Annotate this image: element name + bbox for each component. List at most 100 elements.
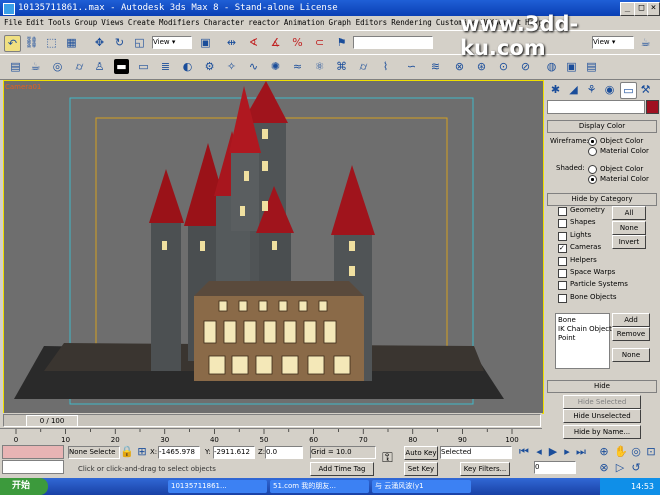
menu-item[interactable]: Group	[75, 18, 98, 27]
menu-item[interactable]: Modifiers	[159, 18, 200, 27]
add-button[interactable]: Add	[612, 313, 650, 327]
box-icon[interactable]: ▭	[136, 59, 151, 74]
wireframe-material-color-radio[interactable]	[588, 147, 597, 156]
list-item[interactable]: Point	[558, 334, 575, 342]
category-checkbox[interactable]	[558, 219, 567, 229]
y-coordinate-field[interactable]: -2911.612	[213, 446, 255, 459]
fracture-icon[interactable]: ⊘	[518, 59, 533, 74]
camera-icon[interactable]: ◐	[180, 59, 195, 74]
track-bar[interactable]: 0 10 20 30 40 50 60 70 80 90 100	[0, 428, 542, 444]
zoom-all-icon[interactable]: ⊗	[598, 460, 610, 475]
motor-icon[interactable]: ⊗	[452, 59, 467, 74]
reference-coord-dropdown[interactable]: View ▾	[152, 36, 192, 49]
spacewarp-icon[interactable]: ✧	[224, 59, 239, 74]
key-filters-button[interactable]: Key Filters...	[460, 462, 510, 476]
lights-icon[interactable]: ✺	[268, 59, 283, 74]
invert-button[interactable]: Invert	[612, 235, 646, 249]
category-checkbox[interactable]	[558, 256, 567, 266]
category-checkbox[interactable]	[558, 281, 567, 291]
absolute-mode-icon[interactable]: ⊞	[136, 444, 148, 459]
cloth-icon[interactable]: ⌘	[334, 59, 349, 74]
time-slider-thumb[interactable]: 0 / 100	[26, 415, 78, 426]
hide-unselected-button[interactable]: Hide Unselected	[563, 409, 641, 423]
menu-item[interactable]: reactor	[248, 18, 280, 27]
tube-icon[interactable]: ⌭	[356, 59, 371, 74]
named-selection-set-field[interactable]	[353, 36, 433, 49]
rotate-icon[interactable]: ↻	[112, 35, 127, 50]
named-selection-icon[interactable]: ⚑	[334, 35, 349, 50]
camera-viewport[interactable]	[3, 80, 544, 414]
teapot-icon[interactable]: ☕	[28, 59, 43, 74]
previous-frame-icon[interactable]: ◂	[533, 444, 545, 459]
display-icon[interactable]: ▬	[114, 59, 129, 74]
menu-item[interactable]: Tools	[48, 18, 71, 27]
object-name-field[interactable]	[547, 100, 645, 114]
none-button[interactable]: None	[612, 221, 646, 235]
taskbar-item[interactable]: 10135711861...	[168, 480, 267, 493]
pan-icon[interactable]: ✋	[614, 444, 628, 459]
cylinder-icon[interactable]: ⌭	[72, 59, 87, 74]
create-tab-icon[interactable]: ✱	[548, 82, 563, 97]
undo-icon[interactable]: ↶	[4, 35, 21, 52]
hierarchy-tab-icon[interactable]: ⚘	[584, 82, 599, 97]
current-frame-field[interactable]: 0	[534, 461, 576, 474]
wind-icon[interactable]: ⊛	[474, 59, 489, 74]
add-time-tag-button[interactable]: Add Time Tag	[310, 462, 374, 476]
time-slider-track[interactable]: 0 / 100	[3, 414, 541, 427]
menu-item[interactable]: Animation	[284, 18, 325, 27]
rope-icon[interactable]: ∽	[404, 59, 419, 74]
display-color-rollout[interactable]: Display Color	[547, 120, 657, 133]
maxscript-input[interactable]	[2, 460, 64, 474]
category-listbox[interactable]: Bone IK Chain Object Point	[555, 313, 612, 369]
angle-snap-icon[interactable]: ∡	[268, 35, 283, 50]
helper-icon[interactable]: ⚙	[202, 59, 217, 74]
select-link-icon[interactable]: ⛓	[24, 35, 39, 50]
wave-icon[interactable]: ≈	[290, 59, 305, 74]
lock-selection-icon[interactable]: 🔒	[120, 444, 134, 459]
utilities-tab-icon[interactable]: ⚒	[638, 82, 653, 97]
shaded-object-color-radio[interactable]	[588, 165, 597, 174]
hide-by-name-button[interactable]: Hide by Name...	[563, 425, 641, 439]
toy-car-icon[interactable]: ⊙	[496, 59, 511, 74]
start-button[interactable]: 开始	[0, 478, 48, 495]
sphere-icon[interactable]: ◎	[50, 59, 65, 74]
select-region-icon[interactable]: ⬚	[44, 35, 59, 50]
time-slider[interactable]: 0 / 100	[0, 413, 542, 427]
category-checkbox[interactable]	[558, 269, 567, 278]
category-checkbox[interactable]	[558, 293, 567, 303]
menu-item[interactable]: Rendering	[391, 18, 432, 27]
reactor-icon[interactable]: ⚛	[312, 59, 327, 74]
category-checkbox[interactable]: ✓	[558, 244, 567, 254]
viewport-label[interactable]: Camera01	[5, 83, 41, 91]
field-of-view-icon[interactable]: ▷	[614, 460, 626, 475]
zoom-icon[interactable]: ⊕	[598, 444, 610, 459]
shapes-icon[interactable]: ∿	[246, 59, 261, 74]
key-mode-icon[interactable]: ⚿	[380, 451, 395, 466]
material-editor-icon[interactable]: ◍	[544, 59, 559, 74]
arc-rotate-icon[interactable]: ◎	[630, 444, 642, 459]
select-object-icon[interactable]: ▦	[64, 35, 79, 50]
maxscript-listener[interactable]	[2, 445, 64, 459]
play-icon[interactable]: ▶	[547, 444, 559, 459]
modify-tab-icon[interactable]: ◢	[566, 82, 581, 97]
menu-item[interactable]: Edit	[26, 18, 44, 27]
percent-snap-icon[interactable]: %	[290, 35, 305, 50]
auto-key-button[interactable]: Auto Key	[404, 446, 438, 460]
taskbar-item[interactable]: 51.com 我的朋友...	[270, 480, 369, 493]
hide-selected-button[interactable]: Hide Selected	[563, 395, 641, 409]
wireframe-object-color-radio[interactable]	[588, 137, 597, 146]
menu-item[interactable]: Graph Editors	[328, 18, 387, 27]
all-button[interactable]: All	[612, 206, 646, 220]
set-key-button[interactable]: Set Key	[404, 462, 438, 476]
mirror-icon[interactable]: ⇹	[224, 35, 239, 50]
maximize-viewport-icon[interactable]: ⊡	[645, 444, 657, 459]
go-to-end-icon[interactable]: ⏭	[575, 444, 587, 459]
menu-item[interactable]: Views	[101, 18, 124, 27]
display-tab-icon[interactable]: ▭	[620, 82, 637, 99]
menu-item[interactable]: Character	[204, 18, 245, 27]
menu-item[interactable]: File	[4, 18, 22, 27]
category-checkbox[interactable]	[558, 231, 567, 241]
create-geometry-icon[interactable]: ▤	[8, 59, 23, 74]
hide-by-category-rollout[interactable]: Hide by Category	[547, 193, 657, 206]
move-icon[interactable]: ✥	[92, 35, 107, 50]
